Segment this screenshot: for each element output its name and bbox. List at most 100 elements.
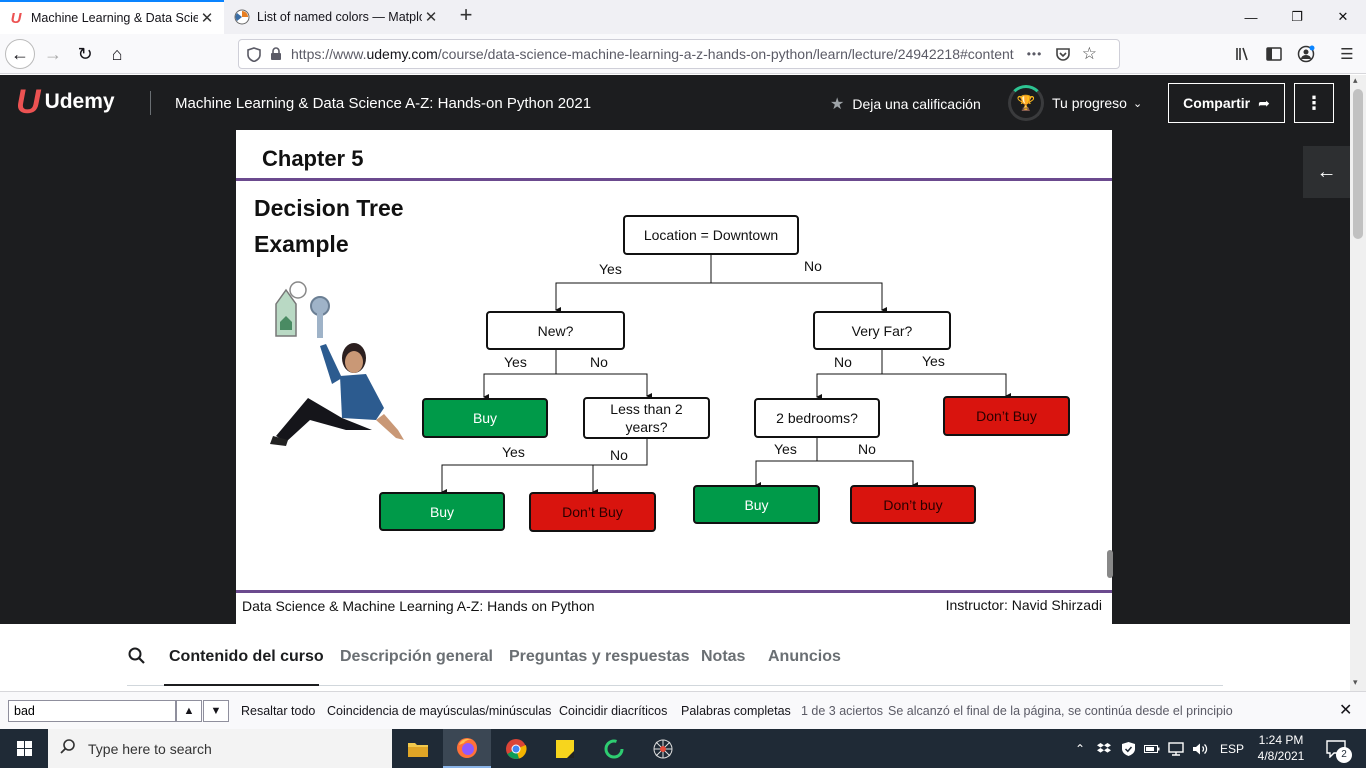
udemy-logo-text: Udemy [44, 90, 115, 113]
tree-edges [441, 254, 1011, 495]
tab-matplotlib[interactable]: List of named colors — Matplo ✕ [226, 0, 448, 34]
page-actions-icon[interactable]: ••• [1027, 47, 1043, 61]
edge-label-veryfar-no: No [834, 354, 852, 370]
tab-qa[interactable]: Preguntas y respuestas [509, 648, 690, 666]
node-2-bedrooms: 2 bedrooms? [754, 398, 880, 438]
progress-label: Tu progreso [1052, 95, 1127, 111]
share-button[interactable]: Compartir ➦ [1168, 83, 1285, 123]
match-case-checkbox[interactable]: Coincidencia de mayúsculas/minúsculas [327, 704, 551, 718]
tab-udemy[interactable]: U Machine Learning & Data Scien ✕ [0, 0, 224, 34]
node-buy: Buy [693, 485, 820, 524]
slide-footer-course: Data Science & Machine Learning A-Z: Han… [242, 598, 595, 614]
url-path: /course/data-science-machine-learning-a-… [437, 46, 1014, 62]
matplotlib-favicon-icon [234, 9, 250, 25]
close-find-bar-icon[interactable]: ✕ [1339, 700, 1352, 720]
highlight-all-checkbox[interactable]: Resaltar todo [241, 704, 315, 718]
url-bar[interactable]: https://www.udemy.com/course/data-scienc… [238, 39, 1120, 69]
node-dont-buy: Don’t buy [850, 485, 976, 524]
edge-label-bedrooms-yes: Yes [774, 441, 797, 457]
find-input[interactable] [8, 700, 176, 722]
notifications-icon[interactable]: 2 [1318, 729, 1354, 768]
edge-label-less2-no: No [610, 447, 628, 463]
rate-course-button[interactable]: ★ Deja una calificación [830, 94, 981, 114]
udemy-logo[interactable]: U Udemy [16, 85, 115, 119]
show-hidden-icons-chevron-icon[interactable]: ⌃ [1070, 729, 1090, 768]
bookmark-star-icon[interactable]: ☆ [1078, 43, 1100, 65]
sync-app-icon[interactable] [590, 729, 638, 768]
spider-app-icon[interactable] [639, 729, 687, 768]
sidebar-icon[interactable] [1263, 43, 1285, 65]
node-new: New? [486, 311, 625, 350]
forward-arrow-icon[interactable]: → [38, 39, 68, 69]
expand-sidebar-arrow-icon[interactable]: ← [1303, 146, 1350, 198]
file-explorer-icon[interactable] [394, 729, 442, 768]
menu-icon[interactable]: ☰ [1336, 43, 1358, 65]
security-shield-icon[interactable] [1118, 729, 1138, 768]
restore-icon[interactable]: ❐ [1274, 0, 1320, 34]
shield-icon[interactable] [243, 43, 265, 65]
scroll-down-icon[interactable]: ▾ [1353, 677, 1358, 688]
find-previous-icon[interactable]: ▲ [176, 700, 202, 722]
header-divider [150, 91, 151, 115]
video-player[interactable]: Chapter 5 Decision Tree Example Location… [0, 130, 1350, 624]
tab-announcements[interactable]: Anuncios [768, 648, 841, 666]
share-arrow-icon: ➦ [1258, 94, 1270, 111]
edge-label-root-no: No [804, 258, 822, 274]
taskbar-search[interactable]: Type here to search [48, 729, 392, 768]
trophy-icon: 🏆 [1008, 85, 1044, 121]
input-language[interactable]: ESP [1216, 729, 1248, 768]
edge-label-bedrooms-no: No [858, 441, 876, 457]
edge-label-veryfar-yes: Yes [922, 353, 945, 369]
library-icon[interactable] [1232, 43, 1254, 65]
chevron-down-icon: ⌄ [1132, 97, 1143, 110]
search-icon[interactable] [128, 647, 146, 670]
pocket-icon[interactable] [1052, 43, 1074, 65]
window-close-icon[interactable]: ✕ [1320, 0, 1366, 34]
dropbox-icon[interactable] [1094, 729, 1114, 768]
tab-title: List of named colors — Matplo [257, 10, 422, 24]
node-less-than-2-years: Less than 2 years? [583, 397, 710, 439]
navigation-bar: ← → ↻ ⌂ https://www.udemy.com/course/dat… [0, 34, 1366, 74]
search-icon [48, 738, 88, 759]
find-bar: ▲ ▼ Resaltar todo Coincidencia de mayúsc… [0, 691, 1366, 729]
match-diacritics-checkbox[interactable]: Coincidir diacríticos [559, 704, 667, 718]
url-text: https://www.udemy.com/course/data-scienc… [291, 46, 1014, 62]
node-buy: Buy [379, 492, 505, 531]
url-domain: udemy.com [366, 46, 438, 62]
firefox-icon[interactable] [443, 729, 491, 768]
taskbar-clock[interactable]: 1:24 PM 4/8/2021 [1256, 732, 1306, 764]
edge-label-new-yes: Yes [504, 354, 527, 370]
slide-scroll-thumb[interactable] [1107, 550, 1113, 578]
course-title[interactable]: Machine Learning & Data Science A-Z: Han… [175, 95, 591, 112]
edge-label-new-no: No [590, 354, 608, 370]
tab-overview[interactable]: Descripción general [340, 648, 493, 666]
volume-icon[interactable] [1190, 729, 1210, 768]
minimize-icon[interactable]: — [1228, 0, 1274, 34]
tab-notes[interactable]: Notas [701, 648, 745, 666]
home-icon[interactable]: ⌂ [102, 39, 132, 69]
chrome-icon[interactable] [492, 729, 540, 768]
start-button[interactable] [0, 729, 48, 768]
node-very-far: Very Far? [813, 311, 951, 350]
tab-course-content[interactable]: Contenido del curso [169, 648, 324, 666]
new-tab-icon[interactable]: + [454, 4, 478, 28]
sticky-notes-icon[interactable] [541, 729, 589, 768]
more-options-button[interactable]: ⋮ [1294, 83, 1334, 123]
clock-time: 1:24 PM [1258, 733, 1304, 747]
scroll-up-icon[interactable]: ▴ [1353, 75, 1358, 86]
whole-words-checkbox[interactable]: Palabras completas [681, 704, 791, 718]
back-arrow-icon[interactable]: ← [5, 39, 35, 69]
rate-course-label: Deja una calificación [852, 96, 981, 112]
reload-icon[interactable]: ↻ [70, 39, 100, 69]
page-scrollbar[interactable]: ▴ ▾ [1350, 75, 1366, 691]
account-icon[interactable] [1295, 43, 1317, 65]
find-match-count: 1 de 3 aciertos [801, 704, 883, 718]
progress-button[interactable]: 🏆 Tu progreso ⌄ [1008, 85, 1142, 121]
close-tab-icon[interactable]: ✕ [422, 8, 440, 26]
network-icon[interactable] [1166, 729, 1186, 768]
close-tab-icon[interactable]: ✕ [198, 9, 216, 27]
lock-icon[interactable] [265, 43, 287, 65]
page-scroll-thumb[interactable] [1353, 89, 1363, 239]
battery-icon[interactable] [1142, 729, 1162, 768]
find-next-icon[interactable]: ▼ [203, 700, 229, 722]
